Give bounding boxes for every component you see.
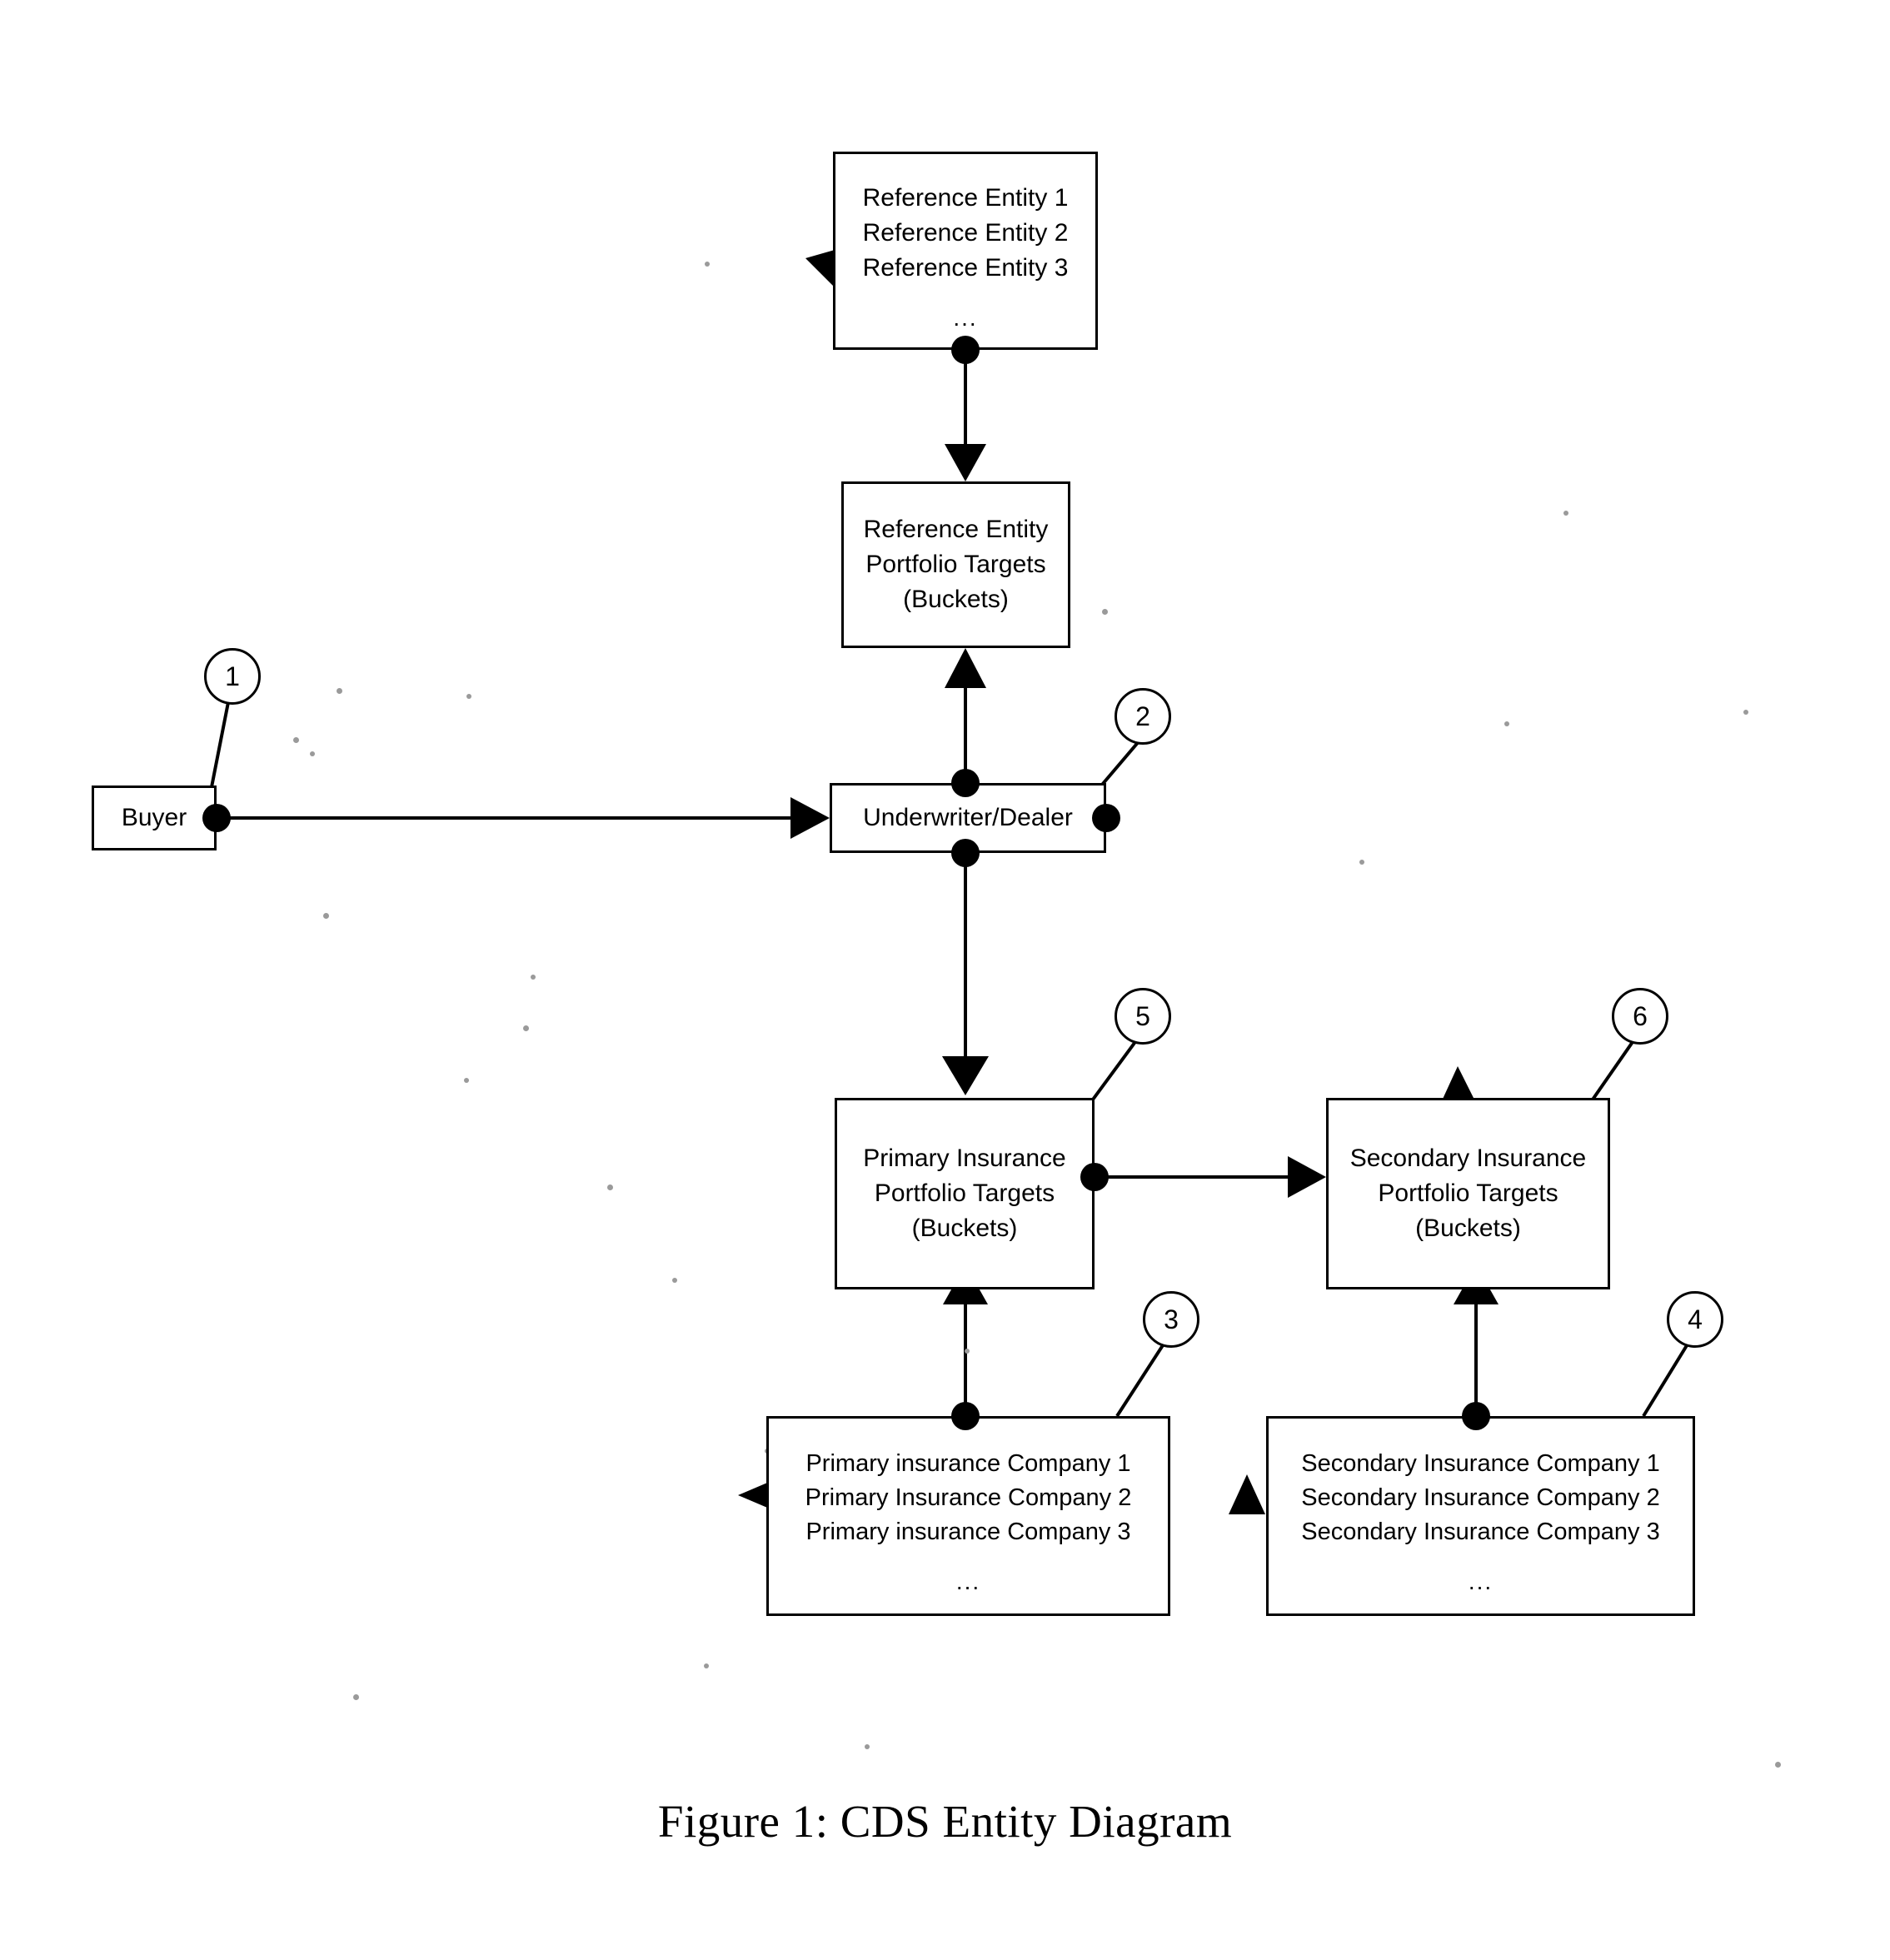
port-dot-underwriter-bottom bbox=[951, 839, 980, 867]
scan-speck bbox=[704, 1663, 709, 1668]
reference-portfolio-line-2: Portfolio Targets bbox=[865, 551, 1046, 578]
primary-portfolio-line-1: Primary Insurance bbox=[863, 1145, 1066, 1172]
primary-portfolio-line-3: (Buckets) bbox=[911, 1214, 1018, 1242]
edge-underwriter-to-primary-portfolio-targets bbox=[942, 853, 989, 1095]
scan-speck bbox=[464, 1078, 469, 1083]
node-secondary-insurance-companies[interactable]: Secondary Insurance Company 1 Secondary … bbox=[1266, 1416, 1695, 1616]
callout-5-label: 5 bbox=[1135, 1000, 1150, 1031]
callout-4-label: 4 bbox=[1688, 1304, 1703, 1334]
scan-speck bbox=[353, 1694, 359, 1700]
primary-company-ellipsis: ... bbox=[955, 1568, 981, 1594]
secondary-company-line-2: Secondary Insurance Company 2 bbox=[1301, 1484, 1660, 1511]
callout-3[interactable]: 3 bbox=[1143, 1291, 1199, 1348]
node-reference-entities[interactable]: Reference Entity 1 Reference Entity 2 Re… bbox=[833, 152, 1098, 350]
scan-speck bbox=[293, 737, 299, 743]
port-dot-reference-entities-bottom bbox=[951, 336, 980, 364]
figure-canvas: Reference Entity 1 Reference Entity 2 Re… bbox=[0, 0, 1890, 1960]
primary-portfolio-line-2: Portfolio Targets bbox=[874, 1179, 1055, 1207]
node-buyer[interactable]: Buyer bbox=[92, 785, 217, 850]
scan-speck bbox=[1775, 1762, 1781, 1768]
port-dot-primary-portfolio-right bbox=[1080, 1163, 1109, 1191]
inbound-arrowhead-secondary-companies bbox=[1229, 1474, 1265, 1514]
port-dot-buyer-right bbox=[202, 804, 231, 832]
scan-speck bbox=[965, 1349, 970, 1354]
reference-portfolio-line-3: (Buckets) bbox=[903, 586, 1009, 613]
callout-6-label: 6 bbox=[1633, 1000, 1648, 1031]
callout-6[interactable]: 6 bbox=[1612, 988, 1668, 1045]
figure-caption: Figure 1: CDS Entity Diagram bbox=[657, 1796, 1233, 1847]
scan-speck bbox=[323, 913, 329, 919]
edge-primary-to-secondary-portfolio-targets bbox=[1100, 1156, 1326, 1198]
secondary-company-ellipsis: ... bbox=[1468, 1568, 1494, 1594]
scan-speck bbox=[1563, 511, 1568, 516]
callout-leader-1 bbox=[209, 697, 231, 792]
port-dot-underwriter-top bbox=[951, 769, 980, 797]
secondary-portfolio-line-3: (Buckets) bbox=[1415, 1214, 1521, 1242]
node-primary-insurance-companies[interactable]: Primary insurance Company 1 Primary Insu… bbox=[766, 1416, 1170, 1616]
scan-speck bbox=[1504, 721, 1509, 726]
callout-leader-6 bbox=[1591, 1038, 1636, 1101]
scan-speck bbox=[466, 694, 471, 699]
callout-3-label: 3 bbox=[1164, 1304, 1179, 1334]
reference-entity-line-2: Reference Entity 2 bbox=[862, 219, 1069, 247]
callout-leader-5 bbox=[1091, 1038, 1139, 1101]
edge-buyer-to-underwriter bbox=[225, 797, 830, 839]
callout-4[interactable]: 4 bbox=[1667, 1291, 1723, 1348]
scan-speck bbox=[1743, 710, 1748, 715]
scan-speck bbox=[865, 1744, 870, 1749]
scan-speck bbox=[531, 975, 536, 980]
edge-underwriter-to-reference-portfolio-targets bbox=[945, 648, 986, 783]
port-dot-secondary-companies-top bbox=[1462, 1402, 1490, 1430]
scan-speck bbox=[607, 1184, 613, 1190]
reference-entity-line-3: Reference Entity 3 bbox=[862, 254, 1069, 282]
callout-leader-4 bbox=[1642, 1341, 1690, 1418]
secondary-portfolio-line-1: Secondary Insurance bbox=[1349, 1145, 1587, 1172]
reference-portfolio-line-1: Reference Entity bbox=[863, 516, 1049, 543]
secondary-company-line-1: Secondary Insurance Company 1 bbox=[1301, 1449, 1660, 1477]
secondary-company-line-3: Secondary Insurance Company 3 bbox=[1301, 1518, 1660, 1545]
scan-speck bbox=[337, 688, 342, 694]
edge-reference-entities-to-portfolio-targets bbox=[945, 350, 986, 481]
reference-entity-ellipsis: ... bbox=[953, 305, 978, 331]
callout-2-label: 2 bbox=[1135, 701, 1150, 731]
primary-company-line-1: Primary insurance Company 1 bbox=[805, 1449, 1131, 1477]
callout-1[interactable]: 1 bbox=[204, 648, 261, 705]
scan-speck bbox=[310, 751, 315, 756]
underwriter-dealer-label: Underwriter/Dealer bbox=[863, 804, 1073, 831]
scan-speck bbox=[1359, 860, 1364, 865]
port-dot-primary-companies-top bbox=[951, 1402, 980, 1430]
callout-leader-3 bbox=[1115, 1341, 1166, 1418]
callout-2[interactable]: 2 bbox=[1115, 688, 1171, 745]
primary-company-line-2: Primary Insurance Company 2 bbox=[805, 1484, 1132, 1511]
scan-speck bbox=[1102, 609, 1108, 615]
scan-speck bbox=[705, 262, 710, 267]
scan-speck bbox=[672, 1278, 677, 1283]
buyer-label: Buyer bbox=[121, 804, 187, 831]
primary-company-line-3: Primary insurance Company 3 bbox=[805, 1518, 1131, 1545]
node-secondary-insurance-portfolio-targets[interactable]: Secondary Insurance Portfolio Targets (B… bbox=[1326, 1098, 1610, 1289]
reference-entity-line-1: Reference Entity 1 bbox=[862, 184, 1069, 212]
secondary-portfolio-line-2: Portfolio Targets bbox=[1378, 1179, 1558, 1207]
node-primary-insurance-portfolio-targets[interactable]: Primary Insurance Portfolio Targets (Buc… bbox=[835, 1098, 1095, 1289]
port-dot-underwriter-right bbox=[1092, 804, 1120, 832]
callout-1-label: 1 bbox=[225, 661, 240, 691]
scan-speck bbox=[523, 1025, 529, 1031]
callout-5[interactable]: 5 bbox=[1115, 988, 1171, 1045]
node-reference-entity-portfolio-targets[interactable]: Reference Entity Portfolio Targets (Buck… bbox=[841, 481, 1070, 648]
